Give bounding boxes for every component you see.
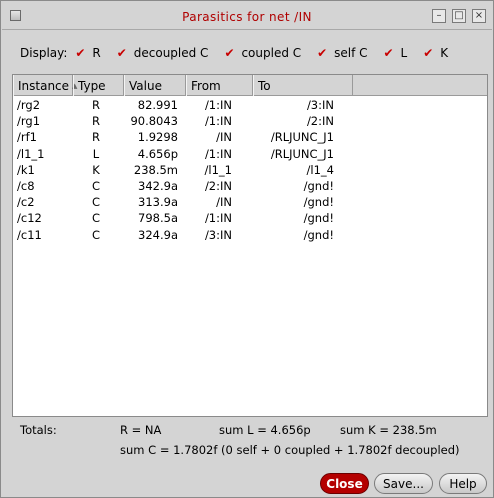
cell-from: /2:IN	[204, 179, 232, 194]
column-header-type[interactable]: Type	[73, 75, 124, 96]
cell-value: 1.9298	[137, 130, 178, 145]
save-button[interactable]: Save...	[374, 473, 433, 494]
cell-type: K	[92, 162, 100, 177]
cell-type: C	[91, 227, 101, 242]
total-l: sum L = 4.656p	[219, 423, 311, 437]
checkbox-k[interactable]: ✔ K	[423, 46, 456, 60]
cell-to: /gnd!	[303, 227, 334, 242]
column-header-value[interactable]: Value	[124, 75, 186, 96]
cell-to: /l1_4	[306, 162, 334, 177]
cell-from: /1:IN	[204, 211, 232, 226]
table-header: Instance ▲ Type Value From To	[13, 75, 487, 96]
cell-instance: /rg1	[17, 114, 41, 129]
table-row[interactable]: /k1 K 238.5m/l1_1/l1_4	[13, 162, 487, 178]
minimize-icon[interactable]: –	[432, 9, 446, 23]
cell-value: 324.9a	[138, 227, 178, 242]
window-title: Parasitics for net /IN	[182, 10, 312, 24]
cell-from: /3:IN	[204, 227, 232, 242]
cell-value: 82.991	[137, 98, 178, 113]
cell-from: /IN	[216, 130, 232, 145]
column-header-to[interactable]: To	[253, 75, 353, 96]
cell-instance: /rf1	[17, 130, 37, 145]
help-button[interactable]: Help	[439, 473, 487, 494]
cell-value: 313.9a	[138, 195, 178, 210]
cell-from: /IN	[216, 195, 232, 210]
close-button[interactable]: Close	[320, 473, 369, 494]
table-row[interactable]: /rg1 R 90.8043/1:IN/2:IN	[13, 113, 487, 129]
table-row[interactable]: /c11 C 324.9a/3:IN/gnd!	[13, 227, 487, 243]
cell-value: 90.8043	[130, 114, 178, 129]
cell-instance: /k1	[17, 162, 35, 177]
cell-to: /gnd!	[303, 179, 334, 194]
cell-to: /RLJUNC_J1	[270, 146, 334, 161]
checkbox-decoupled-c[interactable]: ✔ decoupled C	[117, 46, 217, 60]
cell-value: 342.9a	[138, 179, 178, 194]
cell-value: 798.5a	[138, 211, 178, 226]
checkbox-self-c[interactable]: ✔ self C	[317, 46, 375, 60]
maximize-icon[interactable]: □	[452, 9, 466, 23]
cell-to: /gnd!	[303, 195, 334, 210]
totals-label: Totals:	[20, 423, 57, 437]
cell-type: C	[91, 195, 101, 210]
table-row[interactable]: /rg2 R 82.991/1:IN/3:IN	[13, 97, 487, 113]
cell-instance: /l1_1	[17, 146, 45, 161]
checkmark-icon: ✔	[75, 46, 86, 60]
checkbox-coupled-c[interactable]: ✔ coupled C	[224, 46, 309, 60]
total-r: R = NA	[120, 423, 162, 437]
cell-type: C	[91, 179, 101, 194]
table-row[interactable]: /c12 C 798.5a/1:IN/gnd!	[13, 210, 487, 226]
display-label: Display:	[20, 46, 68, 60]
cell-to: /RLJUNC_J1	[270, 130, 334, 145]
checkmark-icon: ✔	[423, 46, 434, 60]
table-row[interactable]: /c2 C 313.9a/IN/gnd!	[13, 194, 487, 210]
total-k: sum K = 238.5m	[340, 423, 437, 437]
cell-from: /1:IN	[204, 114, 232, 129]
cell-type: R	[92, 98, 100, 113]
cell-from: /1:IN	[204, 98, 232, 113]
cell-type: R	[92, 114, 100, 129]
cell-instance: /c12	[17, 211, 42, 226]
display-filter-row: Display: ✔ R ✔ decoupled C ✔ coupled C ✔ sel…	[20, 43, 456, 63]
cell-instance: /rg2	[17, 98, 41, 113]
cell-to: /gnd!	[303, 211, 334, 226]
cell-from: /1:IN	[204, 146, 232, 161]
title-bar[interactable]: Parasitics for net /IN – □ ×	[2, 2, 492, 30]
column-header-from[interactable]: From	[186, 75, 253, 96]
parasitics-table[interactable]: Instance ▲ Type Value From To /rg2 R 82.991…	[12, 74, 488, 417]
cell-type: R	[92, 130, 100, 145]
checkmark-icon: ✔	[383, 46, 394, 60]
cell-to: /3:IN	[306, 98, 334, 113]
checkmark-icon: ✔	[116, 46, 127, 60]
table-row[interactable]: /l1_1 L 4.656p/1:IN/RLJUNC_J1	[13, 146, 487, 162]
total-c: sum C = 1.7802f (0 self + 0 coupled + 1.…	[120, 443, 460, 457]
checkbox-r[interactable]: ✔ R	[75, 46, 108, 60]
parasitics-window: Parasitics for net /IN – □ × Display: ✔ R…	[0, 0, 494, 498]
cell-type: L	[92, 146, 100, 161]
cell-to: /2:IN	[306, 114, 334, 129]
column-header-instance[interactable]: Instance ▲	[13, 75, 77, 96]
table-row[interactable]: /c8 C 342.9a/2:IN/gnd!	[13, 178, 487, 194]
cell-instance: /c2	[17, 195, 35, 210]
cell-type: C	[91, 211, 101, 226]
table-row[interactable]: /rf1 R 1.9298/IN/RLJUNC_J1	[13, 129, 487, 145]
cell-from: /l1_1	[204, 162, 232, 177]
cell-instance: /c8	[17, 179, 35, 194]
cell-instance: /c11	[17, 227, 42, 242]
checkmark-icon: ✔	[317, 46, 328, 60]
close-window-icon[interactable]: ×	[472, 9, 486, 23]
checkmark-icon: ✔	[224, 46, 235, 60]
cell-value: 4.656p	[137, 146, 178, 161]
checkbox-l[interactable]: ✔ L	[384, 46, 416, 60]
cell-value: 238.5m	[133, 162, 178, 177]
table-body: /rg2 R 82.991/1:IN/3:IN/rg1 R 90.8043/1:IN/2…	[13, 97, 487, 243]
